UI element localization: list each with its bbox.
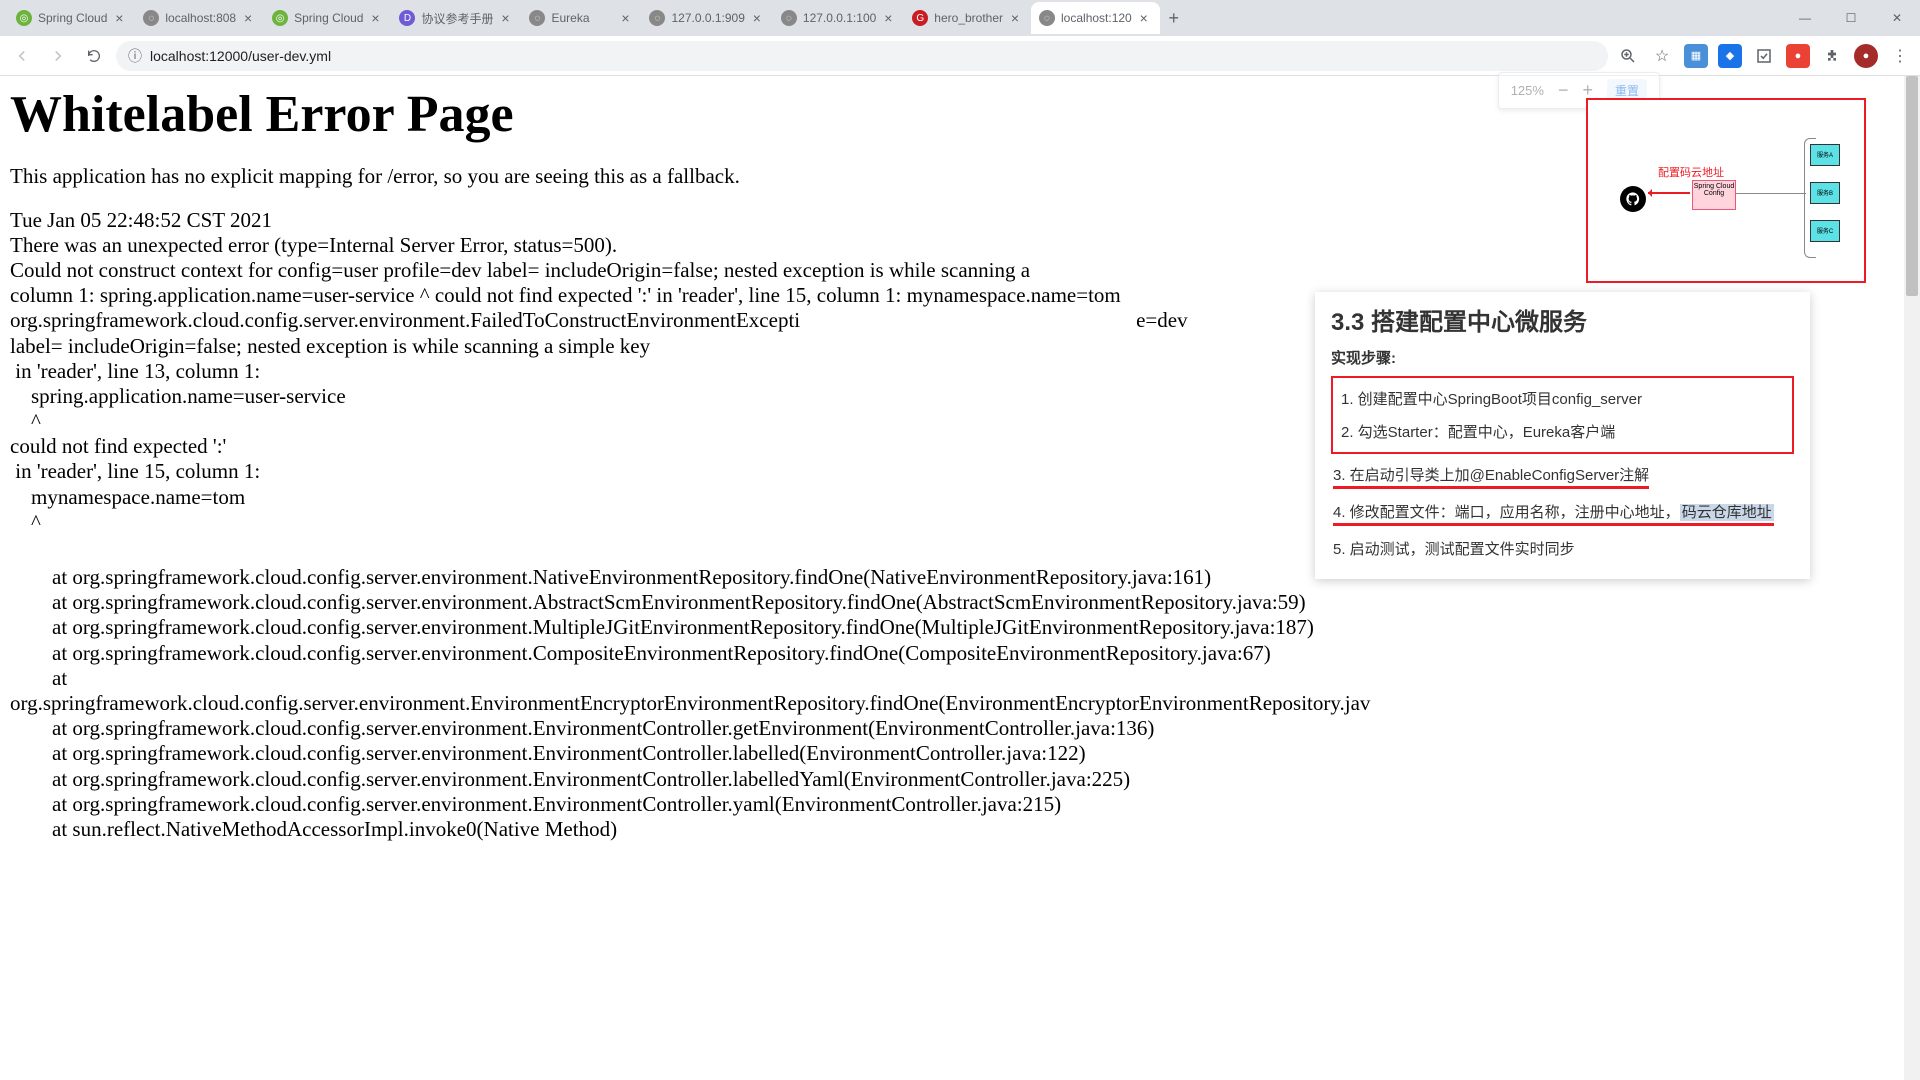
reload-button[interactable]: [80, 42, 108, 70]
tab-title: localhost:808: [165, 11, 236, 25]
notes-item-1: 1. 创建配置中心SpringBoot项目config_server: [1339, 382, 1786, 415]
tab-title: 协议参考手册: [421, 10, 493, 27]
tab-title: localhost:120: [1061, 11, 1132, 25]
url-text: localhost:12000/user-dev.yml: [150, 48, 331, 64]
forward-button[interactable]: [44, 42, 72, 70]
tab-favicon: ◌: [649, 10, 665, 26]
service-box-b: 服务B: [1810, 182, 1840, 204]
profile-avatar[interactable]: ●: [1854, 44, 1878, 68]
browser-tab-1[interactable]: ◌ localhost:808 ×: [135, 2, 264, 34]
connector-line: [1736, 193, 1806, 194]
tab-favicon: ◌: [1039, 10, 1055, 26]
tab-close-button[interactable]: ×: [367, 10, 383, 26]
overlay-notes: 3.3 搭建配置中心微服务 实现步骤: 1. 创建配置中心SpringBoot项…: [1315, 292, 1810, 579]
scrollbar-thumb[interactable]: [1906, 76, 1918, 296]
extensions-menu-icon[interactable]: [1820, 44, 1844, 68]
tab-title: hero_brother: [934, 11, 1003, 25]
tab-favicon: ◌: [529, 10, 545, 26]
browser-tab-3[interactable]: D 协议参考手册×: [391, 2, 521, 34]
stack-trace: at org.springframework.cloud.config.serv…: [10, 565, 1910, 842]
notes-list: 1. 创建配置中心SpringBoot项目config_server 2. 勾选…: [1315, 376, 1810, 579]
tab-close-button[interactable]: ×: [880, 10, 896, 26]
url-input[interactable]: ⓘ localhost:12000/user-dev.yml: [116, 41, 1608, 71]
tab-close-button[interactable]: ×: [240, 10, 256, 26]
tab-close-button[interactable]: ×: [497, 10, 513, 26]
config-server-box: Spring Cloud Config: [1692, 180, 1736, 210]
chrome-menu-icon[interactable]: ⋮: [1888, 44, 1912, 68]
maximize-button[interactable]: ☐: [1828, 2, 1874, 34]
tab-favicon: ◌: [143, 10, 159, 26]
tab-favicon: ◎: [16, 10, 32, 26]
service-box-c: 服务C: [1810, 220, 1840, 242]
new-tab-button[interactable]: +: [1160, 4, 1188, 32]
tab-title: 127.0.0.1:100: [803, 11, 876, 25]
arrow-icon: [1648, 192, 1690, 194]
zoom-icon[interactable]: [1616, 44, 1640, 68]
browser-tab-5[interactable]: ◌ 127.0.0.1:909 ×: [641, 2, 772, 34]
notes-item-2: 2. 勾选Starter：配置中心，Eureka客户端: [1339, 415, 1786, 448]
close-window-button[interactable]: ✕: [1874, 2, 1920, 34]
notes-item-3: 3. 在启动引导类上加@EnableConfigServer注解: [1331, 458, 1794, 495]
browser-tab-7[interactable]: Ghero_brother ×: [904, 2, 1031, 34]
extension-icon-1[interactable]: ▦: [1684, 44, 1708, 68]
tab-close-button[interactable]: ×: [749, 10, 765, 26]
address-bar: ⓘ localhost:12000/user-dev.yml ☆ ▦ ◆ ● ●…: [0, 36, 1920, 76]
browser-tab-8[interactable]: ◌ localhost:120 ×: [1031, 2, 1160, 34]
tab-close-button[interactable]: ×: [617, 10, 633, 26]
extension-icon-3[interactable]: [1752, 44, 1776, 68]
tab-favicon: D: [399, 10, 415, 26]
tab-favicon: ◌: [781, 10, 797, 26]
tab-close-button[interactable]: ×: [111, 10, 127, 26]
notes-highlighted-box: 1. 创建配置中心SpringBoot项目config_server 2. 勾选…: [1331, 376, 1794, 454]
browser-tab-6[interactable]: ◌ 127.0.0.1:100 ×: [773, 2, 904, 34]
tabs-container: ◎ Spring Cloud × ◌ localhost:808 × ◎ Spring Clo…: [8, 2, 1160, 34]
extension-icon-4[interactable]: ●: [1786, 44, 1810, 68]
browser-tab-0[interactable]: ◎ Spring Cloud ×: [8, 2, 135, 34]
diagram-label: 配置码云地址: [1658, 164, 1724, 180]
browser-tab-2[interactable]: ◎ Spring Cloud ×: [264, 2, 391, 34]
tab-title: Spring Cloud: [294, 11, 363, 25]
github-icon: [1620, 186, 1646, 212]
browser-tab-4[interactable]: ◌ Eureka ×: [521, 2, 641, 34]
toolbar-icons: ☆ ▦ ◆ ● ● ⋮: [1616, 44, 1912, 68]
back-button[interactable]: [8, 42, 36, 70]
tab-close-button[interactable]: ×: [1007, 10, 1023, 26]
notes-item-4: 4. 修改配置文件：端口，应用名称，注册中心地址，码云仓库地址: [1331, 495, 1794, 532]
tab-title: Spring Cloud: [38, 11, 107, 25]
notes-subtitle: 实现步骤:: [1315, 343, 1810, 376]
notes-item-5: 5. 启动测试，测试配置文件实时同步: [1331, 532, 1794, 565]
site-info-icon[interactable]: ⓘ: [128, 46, 142, 66]
extension-icon-2[interactable]: ◆: [1718, 44, 1742, 68]
tab-close-button[interactable]: ×: [1136, 10, 1152, 26]
tab-title: Eureka: [551, 11, 613, 25]
tab-bar: ◎ Spring Cloud × ◌ localhost:808 × ◎ Spring Clo…: [0, 0, 1920, 36]
tab-favicon: ◎: [272, 10, 288, 26]
tab-favicon: G: [912, 10, 928, 26]
tab-title: 127.0.0.1:909: [671, 11, 744, 25]
service-box-a: 服务A: [1810, 144, 1840, 166]
bookmark-icon[interactable]: ☆: [1650, 44, 1674, 68]
minimize-button[interactable]: —: [1782, 2, 1828, 34]
overlay-diagram: 配置码云地址 Spring Cloud Config 服务A 服务B 服务C: [1586, 98, 1866, 283]
window-controls: — ☐ ✕: [1782, 2, 1920, 34]
notes-title: 3.3 搭建配置中心微服务: [1315, 292, 1810, 343]
